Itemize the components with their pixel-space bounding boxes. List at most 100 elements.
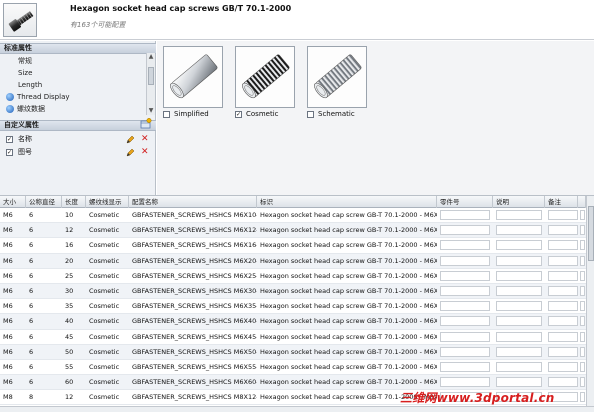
property-length[interactable]: Length <box>0 79 146 91</box>
description-field[interactable] <box>496 225 542 236</box>
table-row[interactable]: M6 6 12 Cosmetic GBFASTENER_SCREWS_HSHCS M6X… <box>0 223 586 239</box>
part-number-field[interactable] <box>440 361 490 372</box>
properties-scrollbar[interactable]: ▲ ▼ <box>146 53 155 115</box>
pencil-icon[interactable] <box>126 135 135 144</box>
table-row[interactable]: M6 6 50 Cosmetic GBFASTENER_SCREWS_HSHCS M6X… <box>0 344 586 360</box>
part-number-field[interactable] <box>440 377 490 388</box>
cosmetic-checkbox[interactable]: ✓ <box>235 111 242 118</box>
part-number-field[interactable] <box>440 225 490 236</box>
part-number-field[interactable] <box>440 301 490 312</box>
option-cosmetic[interactable]: ✓ Cosmetic <box>235 46 295 119</box>
part-number-field[interactable] <box>440 255 490 266</box>
extra-field[interactable] <box>580 377 585 388</box>
extra-field[interactable] <box>580 331 585 342</box>
schematic-checkbox[interactable] <box>307 111 314 118</box>
description-field[interactable] <box>496 285 542 296</box>
col-thread-display[interactable]: 螺纹线显示 <box>86 196 129 208</box>
table-row[interactable]: M6 6 60 Cosmetic GBFASTENER_SCREWS_HSHCS M6X… <box>0 375 586 391</box>
remark-field[interactable] <box>548 225 578 236</box>
part-number-field[interactable] <box>440 210 490 220</box>
remark-field[interactable] <box>548 316 578 327</box>
part-number-field[interactable] <box>440 346 490 357</box>
description-field[interactable] <box>496 210 542 220</box>
extra-field[interactable] <box>580 316 585 327</box>
table-row[interactable]: M6 6 30 Cosmetic GBFASTENER_SCREWS_HSHCS M6X… <box>0 283 586 300</box>
table-vertical-scrollbar[interactable] <box>586 196 594 406</box>
col-part-number[interactable]: 零件号 <box>437 196 493 208</box>
remark-field[interactable] <box>548 210 578 220</box>
remark-field[interactable] <box>548 346 578 357</box>
cell-diameter: 6 <box>29 241 34 250</box>
remark-field[interactable] <box>548 270 578 281</box>
table-scroll-thumb[interactable] <box>588 206 594 261</box>
custom-item-checkbox[interactable]: ✓ <box>6 149 13 156</box>
schematic-thread-image[interactable] <box>307 46 367 108</box>
option-schematic[interactable]: Schematic <box>307 46 367 119</box>
property-size[interactable]: Size <box>0 67 146 79</box>
extra-field[interactable] <box>580 285 585 296</box>
delete-icon[interactable]: ✕ <box>141 135 150 144</box>
scroll-up-icon[interactable]: ▲ <box>147 53 155 61</box>
delete-icon[interactable]: ✕ <box>141 148 150 157</box>
table-row[interactable]: M6 6 40 Cosmetic GBFASTENER_SCREWS_HSHCS M6X… <box>0 314 586 330</box>
remark-field[interactable] <box>548 361 578 372</box>
col-description[interactable]: 说明 <box>493 196 545 208</box>
table-row[interactable]: M6 6 35 Cosmetic GBFASTENER_SCREWS_HSHCS M6X… <box>0 299 586 315</box>
table-row[interactable]: M6 6 16 Cosmetic GBFASTENER_SCREWS_HSHCS M6X… <box>0 238 586 254</box>
remark-field[interactable] <box>548 240 578 251</box>
scroll-down-icon[interactable]: ▼ <box>147 107 155 115</box>
add-property-icon[interactable] <box>140 118 152 129</box>
simplified-thread-image[interactable] <box>163 46 223 108</box>
pencil-icon[interactable] <box>126 148 135 157</box>
table-row[interactable]: M6 6 10 Cosmetic GBFASTENER_SCREWS_HSHCS M6X… <box>0 208 586 224</box>
description-field[interactable] <box>496 331 542 342</box>
extra-field[interactable] <box>580 240 585 251</box>
col-extra[interactable] <box>578 196 586 208</box>
extra-field[interactable] <box>580 361 585 372</box>
table-horizontal-scrollbar[interactable] <box>0 406 594 412</box>
option-simplified[interactable]: Simplified <box>163 46 223 119</box>
remark-field[interactable] <box>548 377 578 388</box>
col-diameter[interactable]: 公称直径 <box>26 196 62 208</box>
col-identifier[interactable]: 标识 <box>257 196 437 208</box>
col-remark[interactable]: 备注 <box>545 196 578 208</box>
extra-field[interactable] <box>580 225 585 236</box>
description-field[interactable] <box>496 240 542 251</box>
description-field[interactable] <box>496 316 542 327</box>
group-thread-display[interactable]: Thread Display <box>0 91 146 103</box>
table-row[interactable]: M6 6 55 Cosmetic GBFASTENER_SCREWS_HSHCS M6X… <box>0 360 586 376</box>
extra-field[interactable] <box>580 210 585 220</box>
extra-field[interactable] <box>580 255 585 266</box>
simplified-checkbox[interactable] <box>163 111 170 118</box>
description-field[interactable] <box>496 361 542 372</box>
col-length[interactable]: 长度 <box>62 196 86 208</box>
table-row[interactable]: M6 6 45 Cosmetic GBFASTENER_SCREWS_HSHCS M6X… <box>0 330 586 345</box>
remark-field[interactable] <box>548 255 578 266</box>
scroll-thumb[interactable] <box>148 67 154 85</box>
description-field[interactable] <box>496 346 542 357</box>
extra-field[interactable] <box>580 392 585 403</box>
extra-field[interactable] <box>580 270 585 281</box>
table-row[interactable]: M6 6 25 Cosmetic GBFASTENER_SCREWS_HSHCS M6X… <box>0 269 586 284</box>
part-number-field[interactable] <box>440 285 490 296</box>
part-number-field[interactable] <box>440 240 490 251</box>
remark-field[interactable] <box>548 301 578 312</box>
group-thread-data[interactable]: 螺纹数据 <box>0 103 146 115</box>
remark-field[interactable] <box>548 285 578 296</box>
extra-field[interactable] <box>580 301 585 312</box>
description-field[interactable] <box>496 377 542 388</box>
col-size[interactable]: 大小 <box>0 196 26 208</box>
part-number-field[interactable] <box>440 331 490 342</box>
extra-field[interactable] <box>580 346 585 357</box>
custom-item-checkbox[interactable]: ✓ <box>6 136 13 143</box>
col-config-name[interactable]: 配置名称 <box>129 196 257 208</box>
table-row[interactable]: M6 6 20 Cosmetic GBFASTENER_SCREWS_HSHCS M6X… <box>0 253 586 269</box>
description-field[interactable] <box>496 255 542 266</box>
remark-field[interactable] <box>548 331 578 342</box>
cosmetic-thread-image[interactable] <box>235 46 295 108</box>
description-field[interactable] <box>496 301 542 312</box>
description-field[interactable] <box>496 270 542 281</box>
part-number-field[interactable] <box>440 316 490 327</box>
property-general[interactable]: 常规 <box>0 55 146 67</box>
part-number-field[interactable] <box>440 270 490 281</box>
